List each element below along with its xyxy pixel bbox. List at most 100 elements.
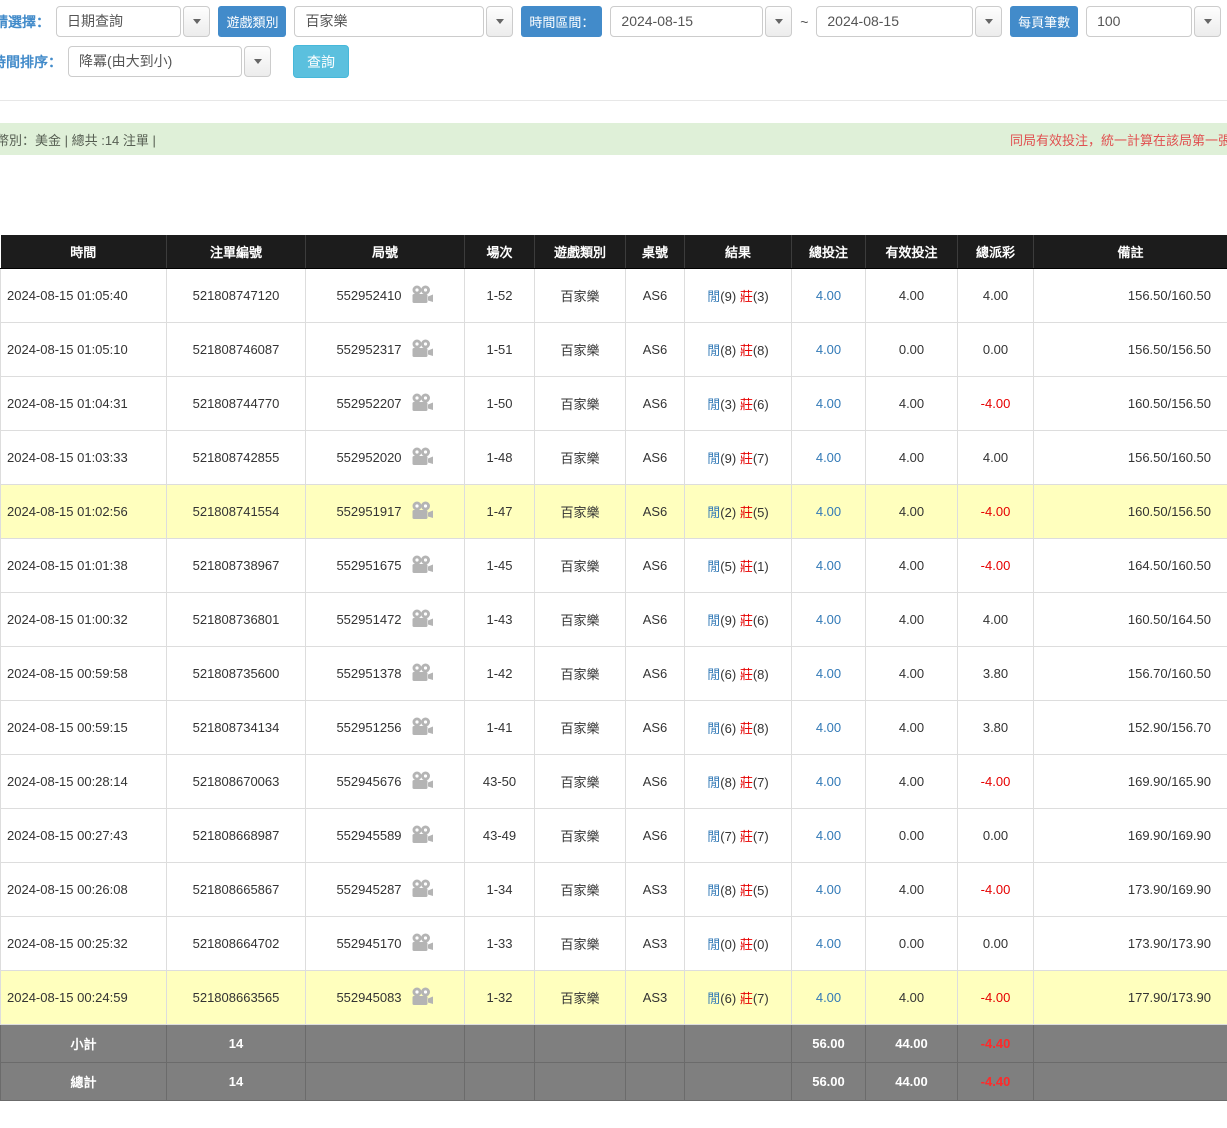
chevron-down-icon[interactable] — [183, 6, 210, 37]
chevron-down-icon[interactable] — [244, 46, 271, 77]
currency-summary: 幣別：美金 | 總共 :14 注單 | — [0, 130, 156, 149]
total-bet-link[interactable]: 4.00 — [816, 558, 841, 573]
total-bet-link[interactable]: 4.00 — [816, 288, 841, 303]
round-no: 552945287 — [336, 882, 401, 897]
video-replay-icon[interactable] — [411, 825, 434, 845]
banker-score: (8) — [753, 667, 769, 682]
total-bet-link[interactable]: 4.00 — [816, 396, 841, 411]
video-replay-icon[interactable] — [411, 663, 434, 683]
cell-time: 2024-08-15 00:28:14 — [1, 754, 167, 808]
player-score: (9) — [720, 289, 736, 304]
table-row: 2024-08-15 00:59:15521808734134552951256… — [1, 700, 1227, 754]
column-header: 總投注 — [792, 235, 866, 268]
cell-note: 173.90/169.90 — [1034, 862, 1227, 916]
search-button[interactable]: 查詢 — [293, 45, 349, 78]
cell-round-no: 552945676 — [306, 754, 465, 808]
caret-glyph — [193, 19, 201, 24]
cell-note: 177.90/173.90 — [1034, 970, 1227, 1024]
cell-game-type: 百家樂 — [535, 808, 626, 862]
cell-result: 閒(5) 莊(1) — [685, 538, 792, 592]
cell-round-no: 552952317 — [306, 322, 465, 376]
total-bet-link[interactable]: 4.00 — [816, 774, 841, 789]
cell-bet-no: 521808670063 — [167, 754, 306, 808]
video-replay-icon[interactable] — [411, 717, 434, 737]
cell-result: 閒(0) 莊(0) — [685, 916, 792, 970]
total-bet-link[interactable]: 4.00 — [816, 828, 841, 843]
video-replay-icon[interactable] — [411, 447, 434, 467]
cell-time: 2024-08-15 01:05:10 — [1, 322, 167, 376]
cell-round-no: 552951378 — [306, 646, 465, 700]
page-size-value: 100 — [1086, 6, 1192, 37]
video-replay-icon[interactable] — [411, 501, 434, 521]
video-replay-icon[interactable] — [411, 339, 434, 359]
cell-total-bet: 4.00 — [792, 916, 866, 970]
total-bet-link[interactable]: 4.00 — [816, 504, 841, 519]
banker-score: (7) — [753, 991, 769, 1006]
column-header: 遊戲類別 — [535, 235, 626, 268]
video-replay-icon[interactable] — [411, 393, 434, 413]
cell-total-bet: 4.00 — [792, 700, 866, 754]
cell-payout: 0.00 — [958, 916, 1034, 970]
query-type-dropdown[interactable]: 日期查詢 — [56, 6, 210, 37]
player-score: (6) — [720, 667, 736, 682]
video-replay-icon[interactable] — [411, 609, 434, 629]
cell-payout: 4.00 — [958, 592, 1034, 646]
column-header: 結果 — [685, 235, 792, 268]
caret-glyph — [254, 59, 262, 64]
game-type-dropdown[interactable]: 百家樂 — [294, 6, 513, 37]
cell-time: 2024-08-15 00:25:32 — [1, 916, 167, 970]
date-from-dropdown[interactable]: 2024-08-15 — [610, 6, 792, 37]
chevron-down-icon[interactable] — [486, 6, 513, 37]
total-bet-link[interactable]: 4.00 — [816, 882, 841, 897]
total-bet-link[interactable]: 4.00 — [816, 936, 841, 951]
sort-dropdown[interactable]: 降冪(由大到小) — [68, 46, 271, 77]
cell-result: 閒(7) 莊(7) — [685, 808, 792, 862]
table-row: 2024-08-15 00:27:43521808668987552945589… — [1, 808, 1227, 862]
video-replay-icon[interactable] — [411, 987, 434, 1007]
column-header: 有效投注 — [866, 235, 958, 268]
player-result-label: 閒 — [707, 451, 720, 466]
cell-game-type: 百家樂 — [535, 862, 626, 916]
video-replay-icon[interactable] — [411, 555, 434, 575]
summary-label: 小計 — [1, 1024, 167, 1062]
cell-game-type: 百家樂 — [535, 322, 626, 376]
cell-payout: 0.00 — [958, 808, 1034, 862]
video-replay-icon[interactable] — [411, 771, 434, 791]
date-to-dropdown[interactable]: 2024-08-15 — [816, 6, 1002, 37]
banker-result-label: 莊 — [740, 883, 753, 898]
cell-session: 1-47 — [465, 484, 535, 538]
total-bet-link[interactable]: 4.00 — [816, 612, 841, 627]
player-result-label: 閒 — [707, 343, 720, 358]
player-score: (3) — [720, 397, 736, 412]
total-bet-link[interactable]: 4.00 — [816, 990, 841, 1005]
cell-table-no: AS6 — [626, 376, 685, 430]
total-bet-link[interactable]: 4.00 — [816, 342, 841, 357]
summary-payout: -4.40 — [958, 1024, 1034, 1062]
cell-total-bet: 4.00 — [792, 484, 866, 538]
chevron-down-icon[interactable] — [975, 6, 1002, 37]
page-size-dropdown[interactable]: 100 — [1086, 6, 1221, 37]
total-bet-link[interactable]: 4.00 — [816, 450, 841, 465]
cell-game-type: 百家樂 — [535, 592, 626, 646]
chevron-down-icon[interactable] — [765, 6, 792, 37]
video-replay-icon[interactable] — [411, 879, 434, 899]
video-replay-icon[interactable] — [411, 933, 434, 953]
cell-note: 164.50/160.50 — [1034, 538, 1227, 592]
summary-payout: -4.40 — [958, 1062, 1034, 1100]
cell-round-no: 552945170 — [306, 916, 465, 970]
info-bar: 幣別：美金 | 總共 :14 注單 | 同局有效投注，統一計算在該局第一張 — [0, 123, 1227, 155]
sort-value: 降冪(由大到小) — [68, 46, 242, 77]
video-replay-icon[interactable] — [411, 285, 434, 305]
filter-panel: 請選擇： 日期查詢 遊戲類別 百家樂 時間區間： 2024-08-15 ~ 20… — [0, 0, 1227, 101]
player-score: (8) — [720, 883, 736, 898]
banker-result-label: 莊 — [740, 613, 753, 628]
banker-result-label: 莊 — [740, 397, 753, 412]
summary-empty-cell — [685, 1024, 792, 1062]
cell-note: 156.50/160.50 — [1034, 430, 1227, 484]
chevron-down-icon[interactable] — [1194, 6, 1221, 37]
banker-result-label: 莊 — [740, 829, 753, 844]
cell-note: 156.50/156.50 — [1034, 322, 1227, 376]
total-bet-link[interactable]: 4.00 — [816, 720, 841, 735]
cell-note: 156.70/160.50 — [1034, 646, 1227, 700]
total-bet-link[interactable]: 4.00 — [816, 666, 841, 681]
